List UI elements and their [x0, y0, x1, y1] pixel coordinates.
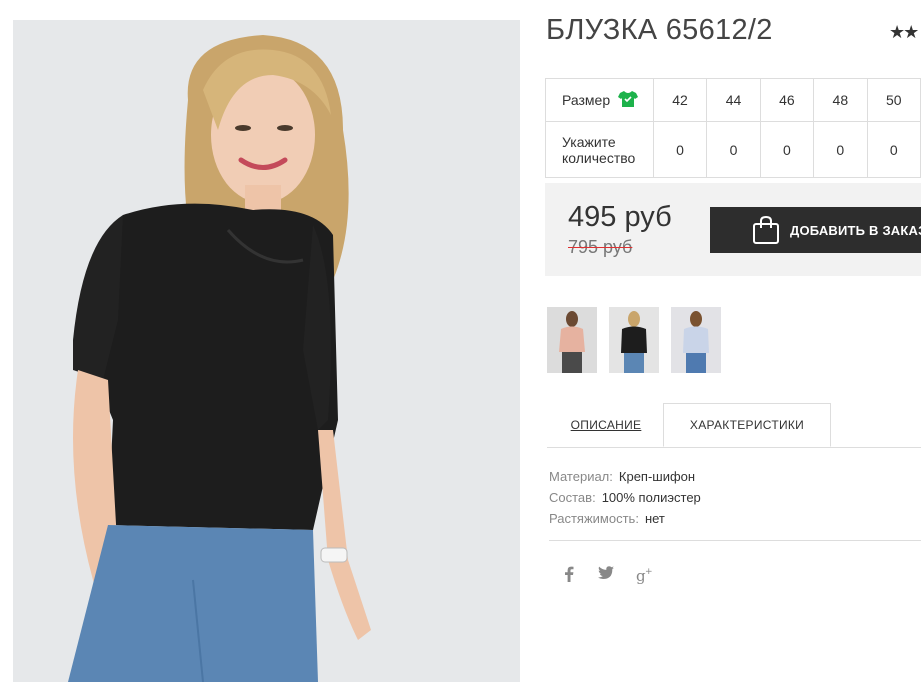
twitter-icon[interactable]: [598, 566, 614, 584]
characteristics-list: Материал: Креп-шифон Состав: 100% полиэсте…: [549, 466, 701, 529]
spec-key: Материал:: [549, 469, 613, 484]
add-to-order-label: ДОБАВИТЬ В ЗАКАЗ: [790, 222, 921, 238]
quantity-input-50[interactable]: 0: [866, 121, 921, 178]
quantity-input-48[interactable]: 0: [813, 121, 868, 178]
add-to-order-button[interactable]: ДОБАВИТЬ В ЗАКАЗ: [710, 207, 921, 253]
quantity-row: Укажите количество 0 0 0 0 0: [545, 121, 921, 178]
size-option-44[interactable]: 44: [706, 78, 761, 122]
product-main-image[interactable]: [13, 20, 520, 682]
old-price: 795 руб: [568, 237, 633, 257]
quantity-input-42[interactable]: 0: [652, 121, 708, 178]
google-plus-icon[interactable]: g +: [636, 566, 654, 588]
divider: [549, 540, 921, 541]
spec-value: нет: [644, 511, 665, 526]
spec-row-stretch: Растяжимость: нет: [549, 508, 701, 529]
thumbnail-pink-blouse[interactable]: [547, 307, 597, 373]
quantity-input-44[interactable]: 0: [706, 121, 761, 178]
model-photo-illustration: [13, 20, 520, 682]
rating-stars[interactable]: ★★: [889, 22, 919, 43]
size-label: Размер: [562, 92, 611, 108]
size-option-50[interactable]: 50: [866, 78, 921, 122]
size-option-48[interactable]: 48: [813, 78, 868, 122]
tab-description[interactable]: ОПИСАНИЕ: [547, 403, 665, 447]
product-title: БЛУЗКА 65612/2: [546, 14, 773, 46]
spec-row-material: Материал: Креп-шифон: [549, 466, 701, 487]
shopping-bag-icon: [752, 215, 780, 248]
product-tabs: ОПИСАНИЕ ХАРАКТЕРИСТИКИ: [547, 403, 921, 448]
thumbnail-black-blouse[interactable]: [609, 307, 659, 373]
quantity-label: Укажите количество: [545, 121, 654, 178]
quantity-input-46[interactable]: 0: [759, 121, 815, 178]
current-price: 495 руб: [568, 201, 672, 233]
thumbnail-blue-blouse[interactable]: [671, 307, 721, 373]
facebook-icon[interactable]: [564, 566, 574, 586]
spec-value: Креп-шифон: [618, 469, 696, 484]
size-quantity-table: Размер 42 44 46 48 50 Укажите количество…: [545, 78, 921, 178]
tab-characteristics[interactable]: ХАРАКТЕРИСТИКИ: [663, 403, 831, 447]
tshirt-icon: [618, 90, 639, 111]
spec-row-composition: Состав: 100% полиэстер: [549, 487, 701, 508]
price-box: 495 руб 795 руб ДОБАВИТЬ В ЗАКАЗ: [545, 183, 921, 276]
svg-text:+: +: [645, 567, 653, 577]
size-option-42[interactable]: 42: [652, 78, 708, 122]
size-option-46[interactable]: 46: [759, 78, 815, 122]
spec-key: Растяжимость:: [549, 511, 639, 526]
spec-key: Состав:: [549, 490, 596, 505]
size-row: Размер 42 44 46 48 50: [545, 78, 921, 122]
size-label-cell: Размер: [545, 78, 654, 122]
spec-value: 100% полиэстер: [601, 490, 701, 505]
